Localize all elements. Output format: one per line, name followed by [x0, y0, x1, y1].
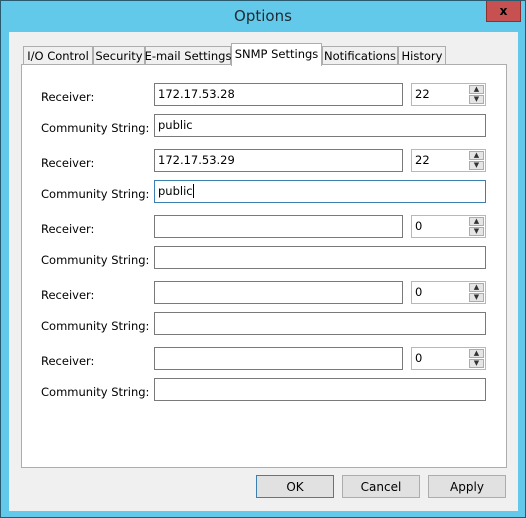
- receiver-label: Receiver:: [41, 156, 95, 170]
- window-title: Options: [234, 7, 292, 25]
- close-icon: x: [499, 4, 508, 18]
- community-value: public: [158, 184, 193, 198]
- receiver-label: Receiver:: [41, 354, 95, 368]
- receiver-label: Receiver:: [41, 90, 95, 104]
- port-value: 0: [415, 285, 423, 299]
- spin-down-icon[interactable]: ▼: [469, 95, 484, 104]
- community-label: Community String:: [41, 187, 150, 201]
- tab-notifications[interactable]: Notifications: [322, 46, 398, 65]
- tab-email-settings[interactable]: E-mail Settings: [145, 46, 231, 65]
- receiver-label: Receiver:: [41, 288, 95, 302]
- community-label: Community String:: [41, 319, 150, 333]
- spin-up-icon[interactable]: ▲: [469, 349, 484, 358]
- spin-up-icon[interactable]: ▲: [469, 151, 484, 160]
- close-button[interactable]: x: [486, 1, 521, 22]
- spin-up-icon[interactable]: ▲: [469, 85, 484, 94]
- port-stepper-3[interactable]: 0 ▲ ▼: [411, 215, 486, 238]
- tab-io-control[interactable]: I/O Control: [23, 46, 93, 65]
- receiver-input-5[interactable]: [154, 347, 403, 370]
- port-stepper-5[interactable]: 0 ▲ ▼: [411, 347, 486, 370]
- port-stepper-4[interactable]: 0 ▲ ▼: [411, 281, 486, 304]
- community-input-3[interactable]: [154, 246, 486, 269]
- community-input-4[interactable]: [154, 312, 486, 335]
- client-area: I/O Control Security E-mail Settings SNM…: [9, 32, 518, 511]
- receiver-input-3[interactable]: [154, 215, 403, 238]
- port-stepper-2[interactable]: 22 ▲ ▼: [411, 149, 486, 172]
- port-value: 0: [415, 219, 423, 233]
- spin-down-icon[interactable]: ▼: [469, 293, 484, 302]
- spin-down-icon[interactable]: ▼: [469, 227, 484, 236]
- receiver-input-4[interactable]: [154, 281, 403, 304]
- snmp-settings-panel: Receiver: 172.17.53.28 22 ▲ ▼ Community S…: [21, 64, 507, 468]
- spin-down-icon[interactable]: ▼: [469, 161, 484, 170]
- port-stepper-1[interactable]: 22 ▲ ▼: [411, 83, 486, 106]
- port-value: 22: [415, 153, 430, 167]
- port-value: 0: [415, 351, 423, 365]
- options-dialog: Options x I/O Control Security E-mail Se…: [0, 0, 526, 518]
- spin-down-icon[interactable]: ▼: [469, 359, 484, 368]
- port-value: 22: [415, 87, 430, 101]
- cancel-button[interactable]: Cancel: [342, 475, 420, 498]
- receiver-input-2[interactable]: 172.17.53.29: [154, 149, 403, 172]
- tab-snmp-settings[interactable]: SNMP Settings: [231, 43, 322, 66]
- tab-security[interactable]: Security: [93, 46, 145, 65]
- spin-up-icon[interactable]: ▲: [469, 217, 484, 226]
- community-input-1[interactable]: public: [154, 114, 486, 137]
- receiver-label: Receiver:: [41, 222, 95, 236]
- community-label: Community String:: [41, 121, 150, 135]
- apply-button[interactable]: Apply: [428, 475, 506, 498]
- tab-history[interactable]: History: [398, 46, 446, 65]
- community-input-5[interactable]: [154, 378, 486, 401]
- text-caret: [192, 184, 194, 198]
- receiver-input-1[interactable]: 172.17.53.28: [154, 83, 403, 106]
- community-label: Community String:: [41, 385, 150, 399]
- spin-up-icon[interactable]: ▲: [469, 283, 484, 292]
- community-label: Community String:: [41, 253, 150, 267]
- community-input-2[interactable]: public: [154, 180, 486, 203]
- ok-button[interactable]: OK: [256, 475, 334, 498]
